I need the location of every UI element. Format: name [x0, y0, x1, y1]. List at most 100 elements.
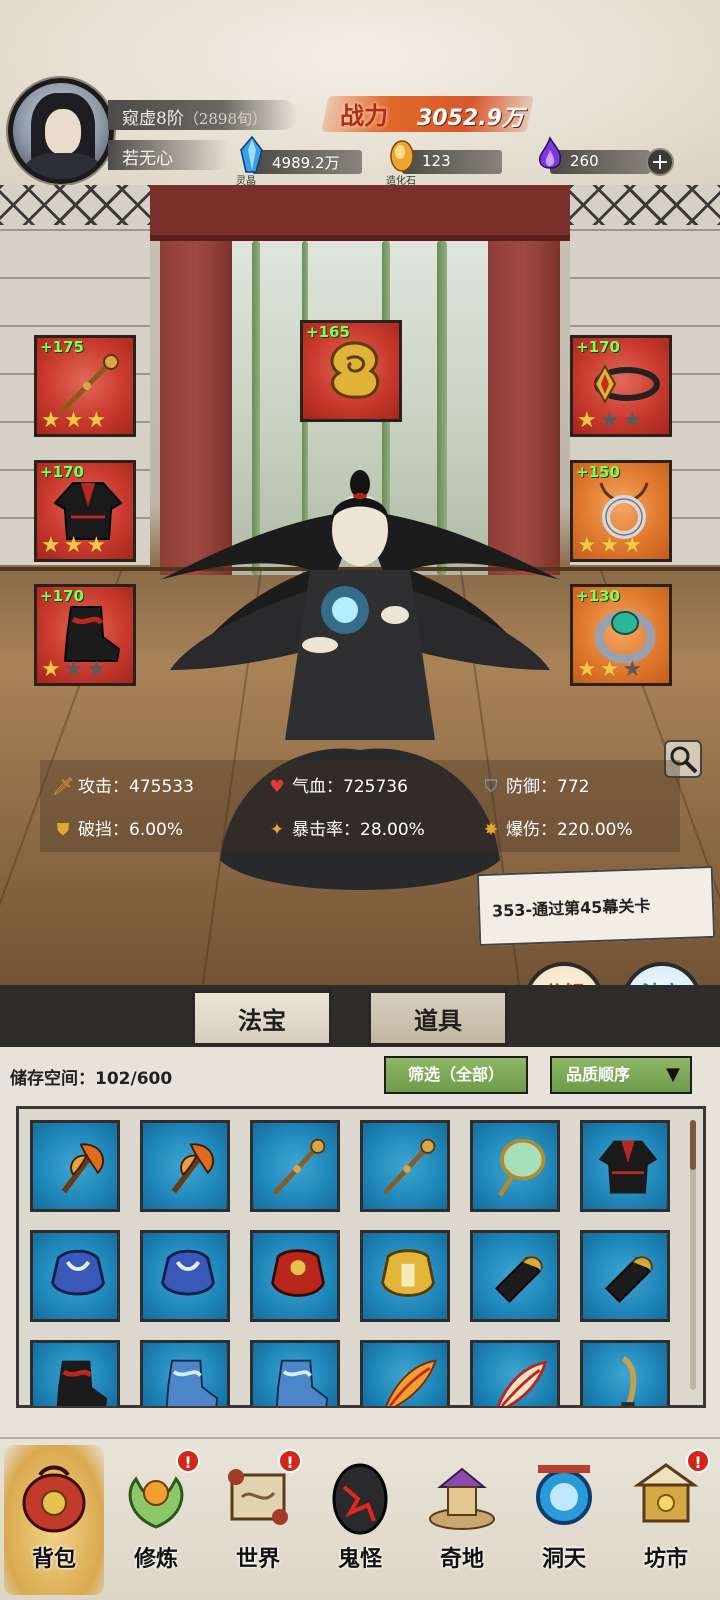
nav-item-6[interactable]: 坊市! — [616, 1445, 716, 1595]
tab-treasures[interactable]: 法宝 — [192, 990, 332, 1046]
filter-button[interactable]: 筛选（全部） — [384, 1056, 528, 1094]
purple-flame-icon — [538, 136, 562, 169]
inventory-item[interactable] — [360, 1120, 450, 1212]
nav-label: 修炼 — [133, 1546, 178, 1572]
inventory-scroll-thumb[interactable] — [690, 1120, 696, 1170]
stage-progress-banner[interactable]: 353-通过第45幕关卡 — [476, 865, 716, 947]
sort-dropdown[interactable]: 品质顺序 ▼ — [550, 1056, 692, 1094]
door-beam — [150, 185, 570, 241]
tab-items[interactable]: 道具 — [368, 990, 508, 1046]
avatar-face — [45, 109, 81, 155]
shield-icon: ⛉ — [484, 777, 498, 797]
star-rating: ★★★ — [577, 408, 646, 433]
add-resource-button[interactable]: + — [646, 148, 674, 176]
resource-value: 123 — [422, 152, 451, 170]
axe-icon — [171, 1143, 214, 1194]
fan-icon — [498, 1138, 546, 1197]
notification-badge: ! — [176, 1449, 200, 1473]
star-rating: ★★★ — [41, 533, 110, 558]
equip-slot-treasure[interactable]: +165 — [300, 320, 402, 422]
nav-item-5[interactable]: 洞天 — [514, 1445, 614, 1595]
nav-item-4[interactable]: 奇地 — [412, 1445, 512, 1595]
player-avatar[interactable] — [8, 78, 114, 184]
nav-label: 洞天 — [541, 1546, 586, 1572]
inventory-item[interactable] — [360, 1230, 450, 1322]
resource-creation-stone[interactable]: 123 造化石 — [386, 140, 506, 187]
inventory-item[interactable] — [30, 1230, 120, 1322]
headband-icon — [593, 363, 660, 405]
inventory-item[interactable] — [140, 1230, 230, 1322]
star-rating: ★★★ — [577, 533, 646, 558]
bracer-icon — [494, 1256, 543, 1303]
slot-level: +170 — [40, 587, 84, 605]
boots-icon — [63, 606, 121, 662]
bag-icon — [22, 1465, 86, 1533]
inventory-item[interactable] — [250, 1230, 340, 1322]
inventory-item[interactable] — [580, 1120, 670, 1212]
nav-item-0[interactable]: 背包 — [4, 1445, 104, 1595]
resource-value: 4989.2万 — [272, 154, 340, 172]
stat-defense: ⛉ 防御：772 — [480, 772, 590, 797]
nav-label: 坊市 — [643, 1546, 688, 1572]
realm-level: 窥虚8阶 — [122, 109, 184, 129]
stat-crit-damage: ✸ 爆伤：220.00% — [480, 815, 633, 840]
stat-hp: ♥ 气血：725736 — [266, 772, 408, 797]
resource-soul-flame[interactable]: 260 — [534, 136, 654, 176]
chevron-down-icon: ▼ — [666, 1064, 680, 1085]
nav-label: 背包 — [31, 1546, 76, 1572]
equip-slot-necklace[interactable]: +150 ★★★ — [570, 460, 672, 562]
inventory-item[interactable] — [250, 1120, 340, 1212]
lifespan: （2898旬） — [183, 110, 268, 128]
slot-level: +170 — [576, 338, 620, 356]
bracer-icon — [604, 1256, 653, 1303]
stage-text: 353-通过第45幕关卡 — [491, 896, 651, 921]
storage-capacity: 储存空间：102/600 — [10, 1069, 173, 1089]
ring-icon — [594, 610, 656, 664]
blue-armor-icon — [161, 1249, 215, 1296]
robe-icon — [53, 482, 123, 540]
inventory-item[interactable] — [470, 1230, 560, 1322]
crit-icon: ✦ — [269, 820, 285, 840]
resource-spirit-crystal[interactable]: 4989.2万 灵晶 — [236, 136, 366, 187]
stat-penetration: ⛊ 破挡：6.00% — [52, 815, 183, 840]
demon-egg-icon — [332, 1463, 388, 1535]
slot-level: +165 — [306, 323, 350, 341]
red-armor-icon — [271, 1249, 325, 1297]
equip-slot-headband[interactable]: +170 ★★★ — [570, 335, 672, 437]
robe-icon — [598, 1140, 658, 1194]
inventory-item[interactable] — [470, 1120, 560, 1212]
amber-stone-icon — [390, 140, 414, 172]
inventory-item[interactable] — [580, 1340, 670, 1406]
staff-icon — [382, 1138, 436, 1196]
gold-armor-icon — [381, 1249, 435, 1297]
staff-icon — [272, 1138, 326, 1196]
nav-item-2[interactable]: 世界! — [208, 1445, 308, 1595]
staff-icon — [59, 354, 119, 414]
blade-icon — [621, 1356, 637, 1406]
nav-label: 奇地 — [439, 1546, 484, 1572]
stat-crit-rate-value: 暴击率：28.00% — [292, 820, 425, 840]
nav-item-3[interactable]: 鬼怪 — [310, 1445, 410, 1595]
blue-armor-icon — [51, 1249, 105, 1296]
star-rating: ★★★ — [41, 657, 110, 682]
equip-slot-ring[interactable]: +130 ★★★ — [570, 584, 672, 686]
equip-slot-boots[interactable]: +170 ★★★ — [34, 584, 136, 686]
inventory-item[interactable] — [470, 1340, 560, 1406]
inventory-item[interactable] — [30, 1120, 120, 1212]
resource-value: 260 — [570, 152, 599, 170]
blue-boots-icon — [275, 1359, 329, 1406]
inventory-item[interactable] — [360, 1340, 450, 1406]
inventory-item[interactable] — [250, 1340, 340, 1406]
pavilion-icon — [429, 1467, 495, 1530]
equip-slot-weapon[interactable]: +175 ★★★ — [34, 335, 136, 437]
equip-slot-robe[interactable]: +170 ★★★ — [34, 460, 136, 562]
left-lattice — [0, 185, 150, 225]
burst-icon: ✸ — [483, 820, 499, 840]
golden-cloud-icon — [330, 341, 380, 399]
inventory-item[interactable] — [30, 1340, 120, 1406]
inventory-item[interactable] — [140, 1340, 230, 1406]
inventory-item[interactable] — [140, 1120, 230, 1212]
stat-attack: 🗡 攻击：475533 — [52, 772, 194, 797]
nav-item-1[interactable]: 修炼! — [106, 1445, 206, 1595]
inventory-item[interactable] — [580, 1230, 670, 1322]
